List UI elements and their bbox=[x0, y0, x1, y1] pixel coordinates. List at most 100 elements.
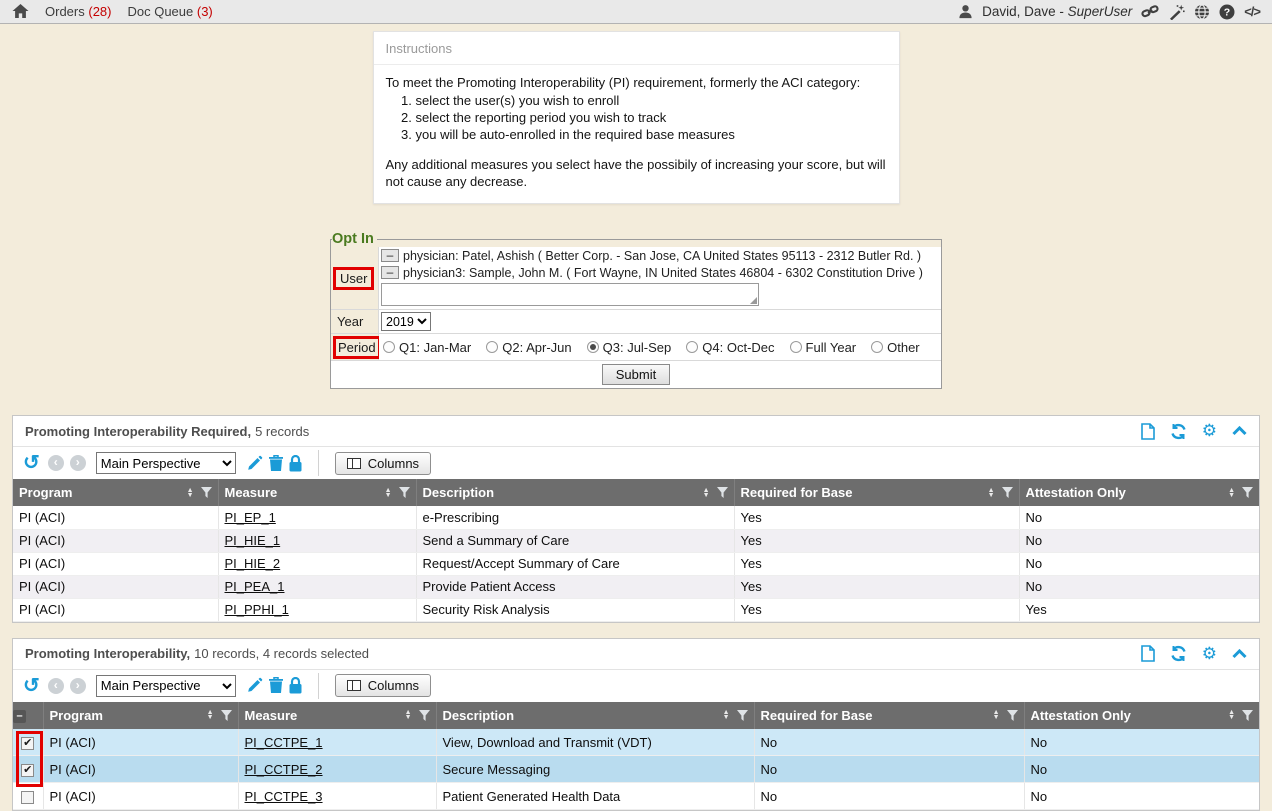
delete-trash-icon[interactable] bbox=[269, 455, 283, 472]
col-header-measure[interactable]: Measure▲▼ bbox=[218, 479, 416, 506]
refresh-icon[interactable] bbox=[1170, 423, 1187, 440]
nav-doc-queue[interactable]: Doc Queue (3) bbox=[127, 4, 212, 19]
prev-perspective-icon[interactable]: ‹ bbox=[48, 678, 64, 694]
user-search-input[interactable] bbox=[381, 283, 759, 306]
lock-icon[interactable] bbox=[289, 677, 302, 694]
select-all-header[interactable] bbox=[13, 702, 43, 729]
next-perspective-icon[interactable]: › bbox=[70, 455, 86, 471]
measure-link[interactable]: PI_HIE_2 bbox=[225, 556, 281, 571]
undo-icon[interactable]: ↺ bbox=[23, 677, 40, 695]
radio-full-year[interactable]: Full Year bbox=[790, 340, 857, 355]
col-header-attestation[interactable]: Attestation Only▲▼ bbox=[1024, 702, 1259, 729]
measure-link[interactable]: PI_CCTPE_3 bbox=[245, 789, 323, 804]
col-header-required[interactable]: Required for Base▲▼ bbox=[754, 702, 1024, 729]
row-checkbox-cell[interactable] bbox=[13, 783, 43, 810]
col-header-attestation[interactable]: Attestation Only▲▼ bbox=[1019, 479, 1259, 506]
new-document-icon[interactable] bbox=[1141, 423, 1155, 440]
gear-icon[interactable]: ⚙ bbox=[1202, 423, 1217, 439]
select-all-checkbox[interactable] bbox=[13, 710, 26, 723]
table-row[interactable]: PI (ACI)PI_HIE_2Request/Accept Summary o… bbox=[13, 552, 1259, 575]
nav-orders[interactable]: Orders (28) bbox=[45, 4, 111, 19]
collapse-icon[interactable] bbox=[1232, 649, 1247, 659]
table-row[interactable]: PI (ACI)PI_PPHI_1Security Risk AnalysisY… bbox=[13, 598, 1259, 621]
sort-icon[interactable]: ▲▼ bbox=[1228, 710, 1235, 720]
delete-trash-icon[interactable] bbox=[269, 677, 283, 694]
sort-icon[interactable]: ▲▼ bbox=[723, 710, 730, 720]
radio-circle-selected[interactable] bbox=[587, 341, 599, 353]
sort-icon[interactable]: ▲▼ bbox=[405, 710, 412, 720]
table-row[interactable]: PI (ACI) PI_CCTPE_3 Patient Generated He… bbox=[13, 783, 1259, 810]
measure-link[interactable]: PI_CCTPE_1 bbox=[245, 735, 323, 750]
sort-icon[interactable]: ▲▼ bbox=[993, 710, 1000, 720]
table-row-selected[interactable]: PI (ACI) PI_CCTPE_2 Secure Messaging No … bbox=[13, 756, 1259, 783]
radio-q1[interactable]: Q1: Jan-Mar bbox=[383, 340, 471, 355]
sort-icon[interactable]: ▲▼ bbox=[703, 488, 710, 498]
collapse-icon[interactable] bbox=[1232, 426, 1247, 436]
cell-attestation: No bbox=[1019, 575, 1259, 598]
globe-icon[interactable] bbox=[1194, 4, 1210, 20]
sort-icon[interactable]: ▲▼ bbox=[988, 488, 995, 498]
col-header-description[interactable]: Description▲▼ bbox=[436, 702, 754, 729]
home-icon[interactable] bbox=[12, 4, 29, 19]
refresh-icon[interactable] bbox=[1170, 645, 1187, 662]
col-header-program[interactable]: Program▲▼ bbox=[43, 702, 238, 729]
radio-circle[interactable] bbox=[383, 341, 395, 353]
next-perspective-icon[interactable]: › bbox=[70, 678, 86, 694]
measure-link[interactable]: PI_EP_1 bbox=[225, 510, 276, 525]
link-icon[interactable] bbox=[1141, 4, 1159, 19]
table-row[interactable]: PI (ACI)PI_EP_1e-PrescribingYesNo bbox=[13, 506, 1259, 529]
remove-user-button[interactable]: – bbox=[381, 249, 399, 262]
cell-required: No bbox=[754, 756, 1024, 783]
row-checkbox-checked[interactable] bbox=[21, 737, 34, 750]
undo-icon[interactable]: ↺ bbox=[23, 454, 40, 472]
gear-icon[interactable]: ⚙ bbox=[1202, 646, 1217, 662]
wand-icon[interactable] bbox=[1168, 4, 1185, 20]
measure-link[interactable]: PI_PEA_1 bbox=[225, 579, 285, 594]
row-checkbox-checked[interactable] bbox=[21, 764, 34, 777]
prev-perspective-icon[interactable]: ‹ bbox=[48, 455, 64, 471]
edit-pencil-icon[interactable] bbox=[246, 677, 263, 694]
table-row[interactable]: PI (ACI)PI_HIE_1Send a Summary of CareYe… bbox=[13, 529, 1259, 552]
radio-q4[interactable]: Q4: Oct-Dec bbox=[686, 340, 774, 355]
row-checkbox-cell[interactable] bbox=[13, 756, 43, 783]
radio-label: Q1: Jan-Mar bbox=[399, 340, 471, 355]
remove-user-button[interactable]: – bbox=[381, 266, 399, 279]
radio-q3[interactable]: Q3: Jul-Sep bbox=[587, 340, 672, 355]
radio-circle[interactable] bbox=[790, 341, 802, 353]
edit-pencil-icon[interactable] bbox=[246, 455, 263, 472]
year-select[interactable]: 2019 bbox=[381, 312, 431, 331]
submit-button[interactable]: Submit bbox=[602, 364, 670, 385]
columns-button[interactable]: Columns bbox=[335, 674, 431, 697]
cell-program: PI (ACI) bbox=[13, 552, 218, 575]
logged-in-user[interactable]: David, Dave - SuperUser bbox=[982, 4, 1132, 19]
columns-button[interactable]: Columns bbox=[335, 452, 431, 475]
table-row[interactable]: PI (ACI)PI_PEA_1Provide Patient AccessYe… bbox=[13, 575, 1259, 598]
measure-link[interactable]: PI_PPHI_1 bbox=[225, 602, 289, 617]
sort-icon[interactable]: ▲▼ bbox=[1228, 488, 1235, 498]
col-header-program[interactable]: Program▲▼ bbox=[13, 479, 218, 506]
perspective-select[interactable]: Main Perspective bbox=[96, 675, 236, 697]
sort-icon[interactable]: ▲▼ bbox=[187, 488, 194, 498]
row-checkbox-cell[interactable] bbox=[13, 729, 43, 756]
sort-icon[interactable]: ▲▼ bbox=[207, 710, 214, 720]
radio-other[interactable]: Other bbox=[871, 340, 920, 355]
radio-circle[interactable] bbox=[686, 341, 698, 353]
new-document-icon[interactable] bbox=[1141, 645, 1155, 662]
code-icon[interactable]: </> bbox=[1244, 4, 1260, 19]
sort-icon[interactable]: ▲▼ bbox=[385, 488, 392, 498]
help-icon[interactable]: ? bbox=[1219, 4, 1235, 20]
measure-link[interactable]: PI_HIE_1 bbox=[225, 533, 281, 548]
cell-description: Patient Generated Health Data bbox=[436, 783, 754, 810]
radio-q2[interactable]: Q2: Apr-Jun bbox=[486, 340, 571, 355]
measure-link[interactable]: PI_CCTPE_2 bbox=[245, 762, 323, 777]
table-row-selected[interactable]: PI (ACI) PI_CCTPE_1 View, Download and T… bbox=[13, 729, 1259, 756]
col-header-measure[interactable]: Measure▲▼ bbox=[238, 702, 436, 729]
col-header-required[interactable]: Required for Base▲▼ bbox=[734, 479, 1019, 506]
pi-required-table: Program▲▼ Measure▲▼ Description▲▼ Requir… bbox=[13, 479, 1259, 622]
radio-circle[interactable] bbox=[871, 341, 883, 353]
col-header-description[interactable]: Description▲▼ bbox=[416, 479, 734, 506]
perspective-select[interactable]: Main Perspective bbox=[96, 452, 236, 474]
row-checkbox-unchecked[interactable] bbox=[21, 791, 34, 804]
lock-icon[interactable] bbox=[289, 455, 302, 472]
radio-circle[interactable] bbox=[486, 341, 498, 353]
